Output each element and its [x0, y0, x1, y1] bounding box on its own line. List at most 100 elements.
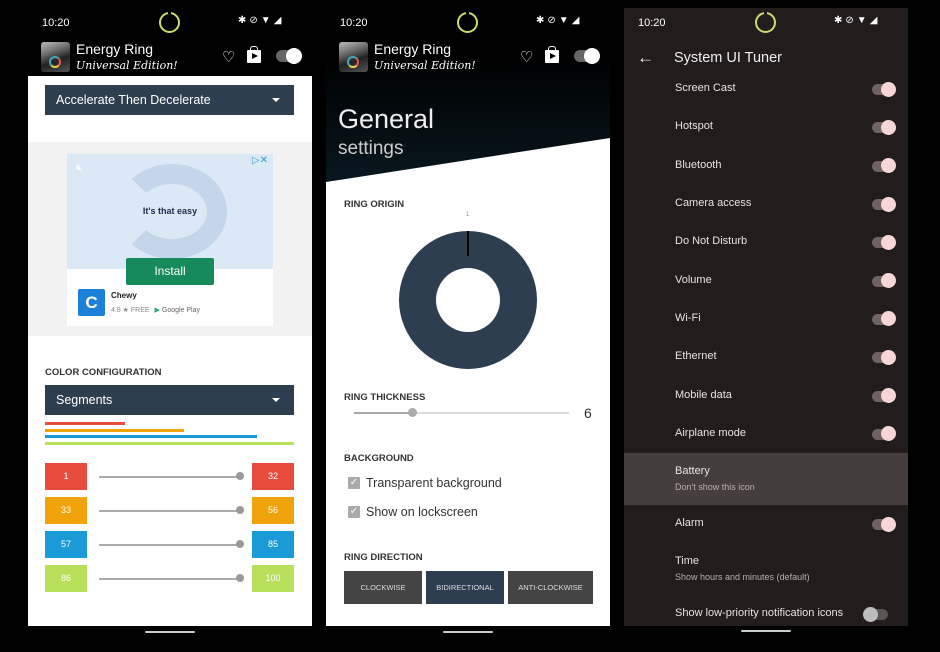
segment-slider-thumb[interactable]: [236, 506, 244, 514]
segment-end-color[interactable]: 32: [252, 463, 294, 490]
segment-start-color[interactable]: 33: [45, 497, 87, 524]
ad-banner[interactable]: 🔇︎ ▷✕ It's that easy Install C Chewy 4.8…: [67, 154, 273, 326]
transparent-background-label[interactable]: Transparent background: [366, 476, 502, 490]
app-header: Energy Ring Universal Edition! ♡: [326, 40, 610, 76]
animation-dropdown[interactable]: Accelerate Then Decelerate: [45, 85, 294, 115]
tuner-item-bluetooth[interactable]: Bluetooth: [624, 147, 908, 185]
back-arrow-icon[interactable]: ←: [637, 48, 654, 68]
ring-direction-label: RING DIRECTION: [344, 552, 423, 563]
status-bar: 10:20 ✱⊘▼◢: [28, 0, 312, 40]
status-bar: 10:20 ✱⊘▼◢: [624, 8, 908, 48]
tuner-item-mobile-data[interactable]: Mobile data: [624, 376, 908, 414]
heart-icon[interactable]: ♡: [222, 48, 235, 66]
direction-button-anti-clockwise[interactable]: ANTI-CLOCKWISE: [508, 571, 593, 604]
tuner-item-ethernet[interactable]: Ethernet: [624, 338, 908, 376]
status-time: 10:20: [42, 17, 70, 29]
tuner-item-do-not-disturb[interactable]: Do Not Disturb: [624, 223, 908, 261]
tuner-toggle[interactable]: [872, 119, 896, 135]
slider-thumb[interactable]: [408, 408, 418, 417]
ring-origin-label: RING ORIGIN: [344, 199, 405, 210]
install-button[interactable]: Install: [126, 258, 214, 285]
master-switch[interactable]: [276, 48, 302, 64]
play-store-icon[interactable]: [247, 46, 261, 63]
master-switch[interactable]: [574, 48, 600, 64]
status-icons: ✱⊘▼◢: [834, 15, 880, 26]
segment-start-color[interactable]: 86: [45, 565, 87, 592]
transparent-background-checkbox[interactable]: ✓: [348, 477, 360, 489]
segment-end-color[interactable]: 85: [252, 531, 294, 558]
ring-origin-value: 1: [466, 212, 470, 218]
tuner-item-label: Airplane mode: [675, 426, 746, 439]
ring-thickness-slider[interactable]: [354, 408, 569, 417]
segment-slider[interactable]: [99, 476, 241, 478]
ring-thickness-value: 6: [584, 405, 592, 421]
tuner-item-wi-fi[interactable]: Wi-Fi: [624, 300, 908, 338]
gesture-nav-bar[interactable]: [145, 631, 195, 633]
gesture-nav-bar[interactable]: [741, 630, 791, 632]
app-title: Energy Ring: [76, 41, 154, 57]
wifi-icon: ▼: [558, 15, 572, 26]
segment-start-color[interactable]: 57: [45, 531, 87, 558]
tuner-item-alarm[interactable]: Alarm: [624, 505, 908, 543]
store-name: Google Play: [161, 307, 201, 314]
color-mode-dropdown[interactable]: Segments: [45, 385, 294, 415]
segment-slider[interactable]: [99, 510, 241, 512]
tuner-item-time[interactable]: Time Show hours and minutes (default): [624, 543, 908, 595]
tuner-toggle[interactable]: [872, 516, 896, 532]
direction-button-bidirectional[interactable]: BIDIRECTIONAL: [426, 571, 504, 604]
segment-slider-thumb[interactable]: [236, 574, 244, 582]
tuner-list[interactable]: Screen Cast Hotspot Bluetooth Camera access…: [624, 76, 908, 626]
segment-row: 1 32: [45, 463, 294, 490]
tuner-item-show-low-priority-notification-icons[interactable]: Show low-priority notification icons: [624, 595, 908, 626]
chewy-app-icon: C: [78, 289, 105, 316]
color-bar: [45, 422, 125, 425]
show-on-lockscreen-checkbox[interactable]: ✓: [348, 506, 360, 518]
mute-icon[interactable]: 🔇︎: [76, 162, 83, 175]
ring-origin-marker[interactable]: [467, 231, 469, 256]
tuner-item-battery[interactable]: Battery Don't show this icon: [624, 453, 908, 505]
tuner-toggle[interactable]: [872, 158, 896, 174]
phone-energy-ring-general: 10:20 ✱⊘▼◢ Energy Ring Universal Edition…: [326, 0, 610, 652]
tuner-item-label: Time: [675, 555, 700, 568]
wifi-icon: ▼: [856, 15, 870, 26]
ad-container: 🔇︎ ▷✕ It's that easy Install C Chewy 4.8…: [28, 142, 312, 336]
tuner-toggle[interactable]: [872, 196, 896, 212]
tuner-toggle[interactable]: [872, 349, 896, 365]
heart-icon[interactable]: ♡: [520, 48, 533, 66]
energy-ring-indicator-icon: [159, 10, 180, 33]
tuner-toggle[interactable]: [872, 311, 896, 327]
tuner-item-screen-cast[interactable]: Screen Cast: [624, 76, 908, 108]
segment-slider[interactable]: [99, 578, 241, 580]
color-config-label: COLOR CONFIGURATION: [45, 367, 162, 378]
tuner-item-volume[interactable]: Volume: [624, 262, 908, 300]
tuner-item-summary: Show hours and minutes (default): [675, 572, 810, 583]
segment-slider-thumb[interactable]: [236, 472, 244, 480]
show-on-lockscreen-label[interactable]: Show on lockscreen: [366, 505, 478, 519]
tuner-toggle[interactable]: [872, 426, 896, 442]
phone-system-ui-tuner: 10:20 ✱⊘▼◢ ← System UI Tuner Screen Cast…: [624, 8, 908, 652]
tuner-item-camera-access[interactable]: Camera access: [624, 185, 908, 223]
segment-start-color[interactable]: 1: [45, 463, 87, 490]
tuner-item-hotspot[interactable]: Hotspot: [624, 108, 908, 146]
tuner-toggle[interactable]: [872, 273, 896, 289]
status-time: 10:20: [638, 17, 666, 29]
tuner-toggle[interactable]: [872, 234, 896, 250]
segment-end-color[interactable]: 100: [252, 565, 294, 592]
tuner-toggle[interactable]: [872, 81, 896, 97]
status-icons: ✱⊘▼◢: [238, 15, 284, 26]
segment-row: 33 56: [45, 497, 294, 524]
tuner-item-label: Alarm: [675, 517, 704, 530]
tuner-toggle[interactable]: [872, 388, 896, 404]
ad-image: 🔇︎ ▷✕ It's that easy: [67, 154, 273, 269]
signal-icon: ◢: [273, 15, 285, 26]
segment-slider-thumb[interactable]: [236, 540, 244, 548]
adchoices-close-icon[interactable]: ▷✕: [252, 155, 268, 166]
tuner-item-airplane-mode[interactable]: Airplane mode: [624, 415, 908, 453]
gesture-nav-bar[interactable]: [443, 631, 493, 633]
segment-slider[interactable]: [99, 544, 241, 546]
play-store-icon[interactable]: [545, 46, 559, 63]
color-bar: [45, 428, 185, 432]
segment-end-color[interactable]: 56: [252, 497, 294, 524]
direction-button-clockwise[interactable]: CLOCKWISE: [344, 571, 422, 604]
tuner-toggle[interactable]: [863, 606, 888, 622]
